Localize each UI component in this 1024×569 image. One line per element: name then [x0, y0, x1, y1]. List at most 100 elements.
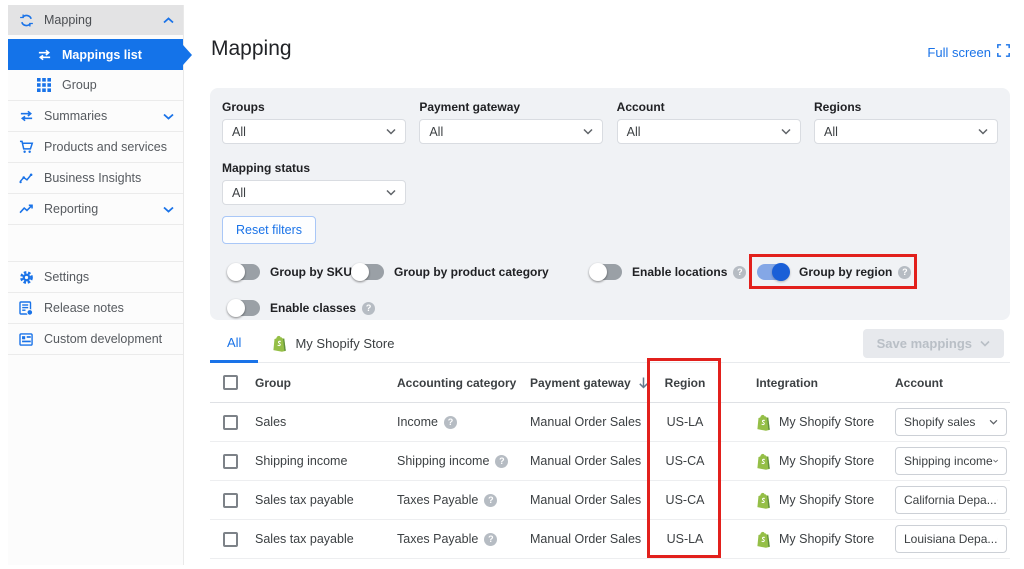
- sidebar-item-label: Mappings list: [62, 48, 175, 62]
- cell-region: US-LA: [650, 532, 720, 546]
- regions-filter-label: Regions: [814, 100, 998, 114]
- help-icon[interactable]: ?: [484, 533, 497, 546]
- select-all-checkbox[interactable]: [223, 375, 238, 390]
- sidebar-item-settings[interactable]: Settings: [8, 262, 183, 293]
- column-header-account[interactable]: Account: [880, 376, 1010, 390]
- toggle-switch[interactable]: [352, 264, 384, 280]
- sidebar-item-mapping[interactable]: Mapping: [8, 5, 183, 35]
- column-header-payment-gateway[interactable]: Payment gateway: [520, 376, 650, 390]
- column-header-group[interactable]: Group: [250, 376, 385, 390]
- tab-my-shopify-store[interactable]: My Shopify Store: [258, 325, 408, 363]
- account-select[interactable]: California Depa...: [895, 486, 1007, 514]
- chevron-down-icon: [386, 189, 396, 196]
- sidebar-item-label: Mapping: [44, 13, 153, 27]
- cell-region: US-CA: [650, 454, 720, 468]
- chevron-down-icon: [997, 536, 998, 542]
- column-header-accounting-category[interactable]: Accounting category: [385, 376, 520, 390]
- help-icon[interactable]: ?: [444, 416, 457, 429]
- fullscreen-icon: [997, 44, 1010, 60]
- fullscreen-button[interactable]: Full screen: [927, 44, 1010, 60]
- row-checkbox[interactable]: [223, 415, 238, 430]
- cell-group: Sales: [250, 415, 385, 429]
- tab-label: All: [227, 335, 241, 350]
- row-checkbox[interactable]: [223, 532, 238, 547]
- payment-gateway-filter-select[interactable]: All: [419, 119, 603, 144]
- help-icon[interactable]: ?: [495, 455, 508, 468]
- mapping-status-filter-select[interactable]: All: [222, 180, 406, 205]
- account-select[interactable]: Louisiana Depa...: [895, 525, 1007, 553]
- help-icon[interactable]: ?: [898, 266, 911, 279]
- cell-payment-gateway: Manual Order Sales: [520, 454, 650, 468]
- table-tabs: All My Shopify Store Save mappings: [210, 325, 1010, 363]
- cell-accounting-category: Taxes Payable: [397, 493, 478, 507]
- trend-line-icon: [18, 201, 34, 217]
- sidebar: Mapping Mappings list Gr: [8, 5, 184, 565]
- cell-integration: My Shopify Store: [779, 454, 874, 468]
- tab-all[interactable]: All: [210, 325, 258, 363]
- sidebar-item-mappings-list[interactable]: Mappings list: [8, 39, 183, 70]
- sort-desc-icon: [637, 376, 650, 390]
- account-select[interactable]: Shopify sales: [895, 408, 1007, 436]
- toggle-enable-locations: Enable locations ?: [590, 264, 757, 280]
- groups-filter-label: Groups: [222, 100, 406, 114]
- insights-chart-icon: [18, 170, 34, 186]
- table-row: Sales tax payable Taxes Payable ? Manual…: [210, 520, 1010, 559]
- regions-filter-select[interactable]: All: [814, 119, 998, 144]
- regions-filter-value: All: [824, 125, 838, 139]
- sidebar-item-label: Custom development: [44, 332, 175, 346]
- row-checkbox[interactable]: [223, 493, 238, 508]
- column-header-region[interactable]: Region: [650, 376, 720, 390]
- table-row: Sales tax payable Taxes Payable ? Manual…: [210, 481, 1010, 520]
- reset-filters-button[interactable]: Reset filters: [222, 216, 316, 244]
- cell-integration: My Shopify Store: [779, 532, 874, 546]
- shopify-icon: [756, 453, 771, 470]
- help-icon[interactable]: ?: [484, 494, 497, 507]
- sidebar-item-label: Products and services: [44, 140, 175, 154]
- cart-icon: [18, 139, 34, 155]
- toggle-switch[interactable]: [228, 264, 260, 280]
- grid-icon: [36, 77, 52, 93]
- shopify-icon: [756, 414, 771, 431]
- sidebar-item-label: Reporting: [44, 202, 153, 216]
- account-select-value: Shopify sales: [904, 415, 975, 429]
- account-select-value: Shipping income: [904, 454, 993, 468]
- sidebar-item-reporting[interactable]: Reporting: [8, 194, 183, 225]
- sidebar-item-label: Settings: [44, 270, 175, 284]
- column-header-integration[interactable]: Integration: [720, 376, 880, 390]
- payment-gateway-filter-value: All: [429, 125, 443, 139]
- chevron-down-icon: [163, 110, 175, 122]
- account-filter-select[interactable]: All: [617, 119, 801, 144]
- toggle-label: Group by SKU: [270, 265, 352, 279]
- cell-region: US-CA: [650, 493, 720, 507]
- page-title: Mapping: [211, 37, 292, 61]
- cell-accounting-category: Shipping income: [397, 454, 489, 468]
- save-mappings-button[interactable]: Save mappings: [863, 329, 1004, 358]
- row-checkbox[interactable]: [223, 454, 238, 469]
- account-select-value: Louisiana Depa...: [904, 532, 997, 546]
- payment-gateway-filter-label: Payment gateway: [419, 100, 603, 114]
- sidebar-item-summaries[interactable]: Summaries: [8, 101, 183, 132]
- account-filter-label: Account: [617, 100, 801, 114]
- account-select[interactable]: Shipping income: [895, 447, 1007, 475]
- table-header-row: Group Accounting category Payment gatewa…: [210, 363, 1010, 403]
- account-select-value: California Depa...: [904, 493, 997, 507]
- toggle-label: Enable locations: [632, 265, 727, 279]
- sidebar-item-group[interactable]: Group: [8, 70, 183, 101]
- toggle-switch[interactable]: [590, 264, 622, 280]
- sidebar-item-business-insights[interactable]: Business Insights: [8, 163, 183, 194]
- sidebar-item-label: Release notes: [44, 301, 175, 315]
- toggle-switch[interactable]: [757, 264, 789, 280]
- help-icon[interactable]: ?: [733, 266, 746, 279]
- groups-filter-select[interactable]: All: [222, 119, 406, 144]
- sidebar-item-custom-development[interactable]: Custom development: [8, 324, 183, 355]
- toggle-enable-classes: Enable classes ?: [228, 300, 375, 316]
- toggle-label: Enable classes: [270, 301, 356, 315]
- toggle-label: Group by product category: [394, 265, 549, 279]
- swap-arrows-icon: [18, 108, 34, 124]
- toggle-switch[interactable]: [228, 300, 260, 316]
- sidebar-item-release-notes[interactable]: Release notes: [8, 293, 183, 324]
- chevron-down-icon: [993, 458, 998, 464]
- help-icon[interactable]: ?: [362, 302, 375, 315]
- sidebar-item-products-and-services[interactable]: Products and services: [8, 132, 183, 163]
- gear-icon: [18, 269, 34, 285]
